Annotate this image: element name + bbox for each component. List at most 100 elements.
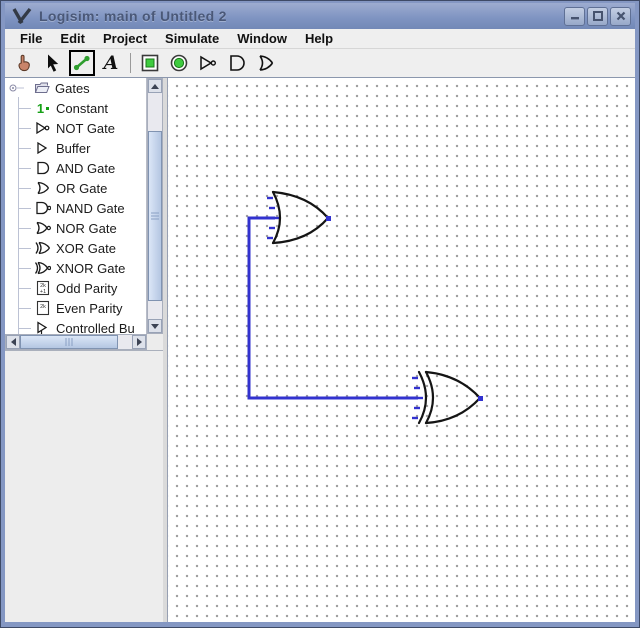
tree-item-odd-parity[interactable]: 2k +1 Odd Parity — [5, 278, 146, 298]
thumb-grip-icon — [66, 338, 73, 346]
close-icon — [616, 11, 626, 21]
tree-expand-handle-icon[interactable] — [7, 80, 27, 96]
minimize-icon — [570, 11, 580, 21]
component-tree: Gates 1 Constant — [5, 78, 147, 334]
explorer-pane: Gates 1 Constant — [5, 78, 163, 622]
minimize-button[interactable] — [564, 7, 585, 26]
wire-tool[interactable] — [69, 50, 95, 76]
scroll-right-button[interactable] — [132, 335, 146, 349]
controlled-buffer-icon — [33, 320, 53, 334]
and-gate-tool[interactable] — [224, 50, 250, 76]
tree-item-label: Odd Parity — [56, 281, 117, 296]
tree-item-label: XOR Gate — [56, 241, 116, 256]
app-window: Logisim: main of Untitled 2 File Edit Pr… — [0, 0, 640, 628]
tree-item-even-parity[interactable]: 2k Even Parity — [5, 298, 146, 318]
scroll-down-button[interactable] — [148, 319, 162, 333]
gate-output-port[interactable] — [478, 396, 483, 401]
tree-item-not-gate[interactable]: NOT Gate — [5, 118, 146, 138]
tree-item-buffer[interactable]: Buffer — [5, 138, 146, 158]
or-gate-icon — [256, 53, 276, 73]
circuit-canvas[interactable] — [168, 78, 635, 622]
tree-horizontal-scrollbar[interactable] — [5, 334, 147, 350]
output-pin-tool[interactable] — [166, 50, 192, 76]
not-gate-icon — [198, 53, 218, 73]
window-title: Logisim: main of Untitled 2 — [39, 8, 564, 24]
tree-node-gates[interactable]: Gates — [5, 78, 146, 98]
tree-item-nor-gate[interactable]: NOR Gate — [5, 218, 146, 238]
input-pin-icon — [140, 53, 160, 73]
nand-gate-icon — [33, 200, 53, 216]
tree-item-label: Buffer — [56, 141, 90, 156]
arrow-left-icon — [11, 338, 16, 346]
tree-item-label: AND Gate — [56, 161, 115, 176]
tree-item-label: NOR Gate — [56, 221, 117, 236]
tree-item-label: XNOR Gate — [56, 261, 125, 276]
not-gate-tool[interactable] — [195, 50, 221, 76]
poke-hand-icon — [14, 53, 34, 73]
tree-item-constant[interactable]: 1 Constant — [5, 98, 146, 118]
xor-gate-component[interactable] — [412, 372, 483, 423]
tree-item-label: Constant — [56, 101, 108, 116]
output-pin-icon — [169, 53, 189, 73]
xnor-gate-icon — [33, 260, 53, 276]
folder-open-icon — [32, 80, 52, 96]
tree-item-label: Even Parity — [56, 301, 122, 316]
tree-item-label: OR Gate — [56, 181, 107, 196]
arrow-right-icon — [137, 338, 142, 346]
scrollbar-corner — [147, 334, 163, 350]
menu-project[interactable]: Project — [94, 31, 156, 46]
menu-help[interactable]: Help — [296, 31, 342, 46]
toolbar: A — [5, 49, 635, 78]
svg-text:2k: 2k — [40, 304, 46, 310]
tree-item-nand-gate[interactable]: NAND Gate — [5, 198, 146, 218]
constant-icon: 1 — [33, 100, 53, 116]
tree-node-label: Gates — [55, 81, 90, 96]
scroll-left-button[interactable] — [6, 335, 20, 349]
or-gate-component[interactable] — [267, 192, 331, 243]
vertical-scroll-thumb[interactable] — [148, 131, 162, 301]
tree-item-or-gate[interactable]: OR Gate — [5, 178, 146, 198]
gate-output-port[interactable] — [326, 216, 331, 221]
text-tool[interactable]: A — [98, 50, 124, 76]
tree-item-and-gate[interactable]: AND Gate — [5, 158, 146, 178]
or-gate-tool[interactable] — [253, 50, 279, 76]
arrow-down-icon — [151, 324, 159, 329]
odd-parity-icon: 2k +1 — [33, 280, 53, 296]
menu-edit[interactable]: Edit — [51, 31, 94, 46]
menu-window[interactable]: Window — [228, 31, 296, 46]
x11-logo-icon — [11, 7, 33, 25]
menu-simulate[interactable]: Simulate — [156, 31, 228, 46]
nor-gate-icon — [33, 220, 53, 236]
svg-text:+1: +1 — [40, 289, 46, 295]
menu-file[interactable]: File — [11, 31, 51, 46]
edit-tool[interactable] — [40, 50, 66, 76]
even-parity-icon: 2k — [33, 300, 53, 316]
arrow-up-icon — [151, 84, 159, 89]
or-gate-icon — [33, 180, 53, 196]
poke-tool[interactable] — [11, 50, 37, 76]
tree-item-label: NOT Gate — [56, 121, 115, 136]
toolbar-separator — [130, 53, 131, 73]
select-arrow-icon — [43, 53, 63, 73]
thumb-grip-icon — [151, 213, 159, 220]
titlebar[interactable]: Logisim: main of Untitled 2 — [5, 3, 635, 29]
menubar: File Edit Project Simulate Window Help — [5, 29, 635, 49]
tree-item-label: Controlled Bu — [56, 321, 135, 335]
maximize-button[interactable] — [587, 7, 608, 26]
tree-item-controlled-buffer[interactable]: Controlled Bu — [5, 318, 146, 334]
text-tool-glyph: A — [104, 54, 119, 73]
wire-icon — [72, 53, 92, 73]
input-pin-tool[interactable] — [137, 50, 163, 76]
tree-item-xnor-gate[interactable]: XNOR Gate — [5, 258, 146, 278]
xor-gate-icon — [33, 240, 53, 256]
and-gate-icon — [33, 160, 53, 176]
close-button[interactable] — [610, 7, 631, 26]
and-gate-icon — [227, 53, 247, 73]
buffer-icon — [33, 140, 53, 156]
tree-item-label: NAND Gate — [56, 201, 125, 216]
scroll-up-button[interactable] — [148, 79, 162, 93]
horizontal-scroll-thumb[interactable] — [20, 335, 118, 349]
tree-vertical-scrollbar[interactable] — [147, 78, 163, 334]
wire[interactable] — [249, 218, 418, 398]
tree-item-xor-gate[interactable]: XOR Gate — [5, 238, 146, 258]
